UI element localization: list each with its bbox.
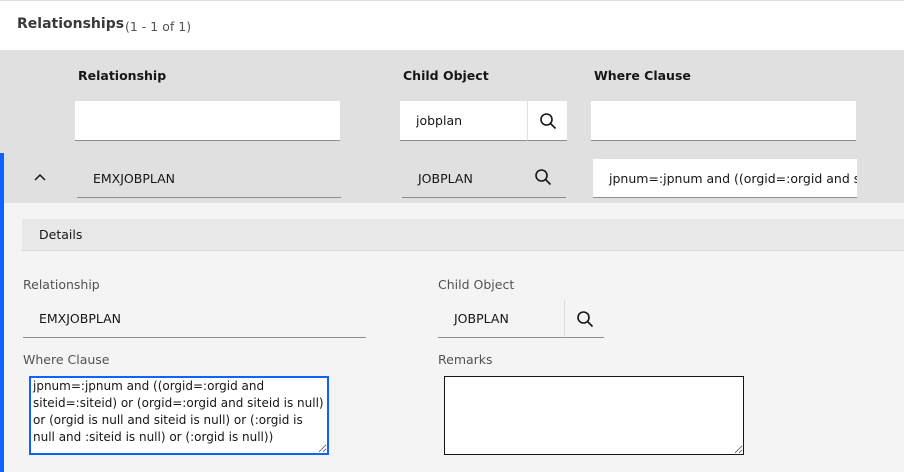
filter-relationship-input[interactable] xyxy=(75,101,340,141)
table-row[interactable]: EMXJOBPLAN JOBPLAN jpnum=:jpnum and ((or… xyxy=(0,153,904,203)
column-header-where-clause[interactable]: Where Clause xyxy=(594,68,691,83)
remarks-label: Remarks xyxy=(438,352,493,367)
row-child-object-search-button[interactable] xyxy=(528,162,558,192)
child-object-value: JOBPLAN xyxy=(454,311,509,326)
search-icon xyxy=(535,169,552,186)
row-relationship-value: EMXJOBPLAN xyxy=(93,170,176,186)
where-clause-label: Where Clause xyxy=(23,352,110,367)
filter-child-object-search-button[interactable] xyxy=(527,101,567,141)
relationship-field[interactable]: EMXJOBPLAN xyxy=(23,300,366,338)
row-relationship-cell[interactable]: EMXJOBPLAN xyxy=(77,159,341,198)
column-header-relationship[interactable]: Relationship xyxy=(78,68,166,83)
column-header-child-object[interactable]: Child Object xyxy=(403,68,489,83)
relationship-label: Relationship xyxy=(23,277,100,292)
row-where-clause-cell[interactable]: jpnum=:jpnum and ((orgid=:orgid and sit xyxy=(593,159,857,198)
filter-child-object-input[interactable] xyxy=(400,101,527,141)
child-object-label: Child Object xyxy=(438,277,515,292)
relationship-value: EMXJOBPLAN xyxy=(39,311,122,326)
where-clause-textarea[interactable]: jpnum=:jpnum and ((orgid=:orgid and site… xyxy=(29,376,329,455)
details-header: Details xyxy=(22,219,904,251)
search-icon xyxy=(576,310,593,327)
chevron-up-icon xyxy=(34,173,46,181)
details-panel: Details Relationship EMXJOBPLAN Child Ob… xyxy=(4,203,904,472)
child-object-field[interactable]: JOBPLAN xyxy=(438,300,564,338)
section-header: Relationships (1 - 1 of 1) xyxy=(0,0,904,50)
search-icon xyxy=(539,112,556,129)
collapse-row-button[interactable] xyxy=(28,165,52,189)
remarks-textarea[interactable] xyxy=(444,376,744,455)
filter-where-clause-input[interactable] xyxy=(591,101,856,141)
section-title: Relationships xyxy=(17,16,125,32)
details-title: Details xyxy=(39,227,83,242)
record-count: (1 - 1 of 1) xyxy=(125,19,192,34)
row-child-object-value: JOBPLAN xyxy=(418,170,473,186)
row-where-clause-value: jpnum=:jpnum and ((orgid=:orgid and sit xyxy=(609,170,857,186)
child-object-search-button[interactable] xyxy=(564,300,604,338)
